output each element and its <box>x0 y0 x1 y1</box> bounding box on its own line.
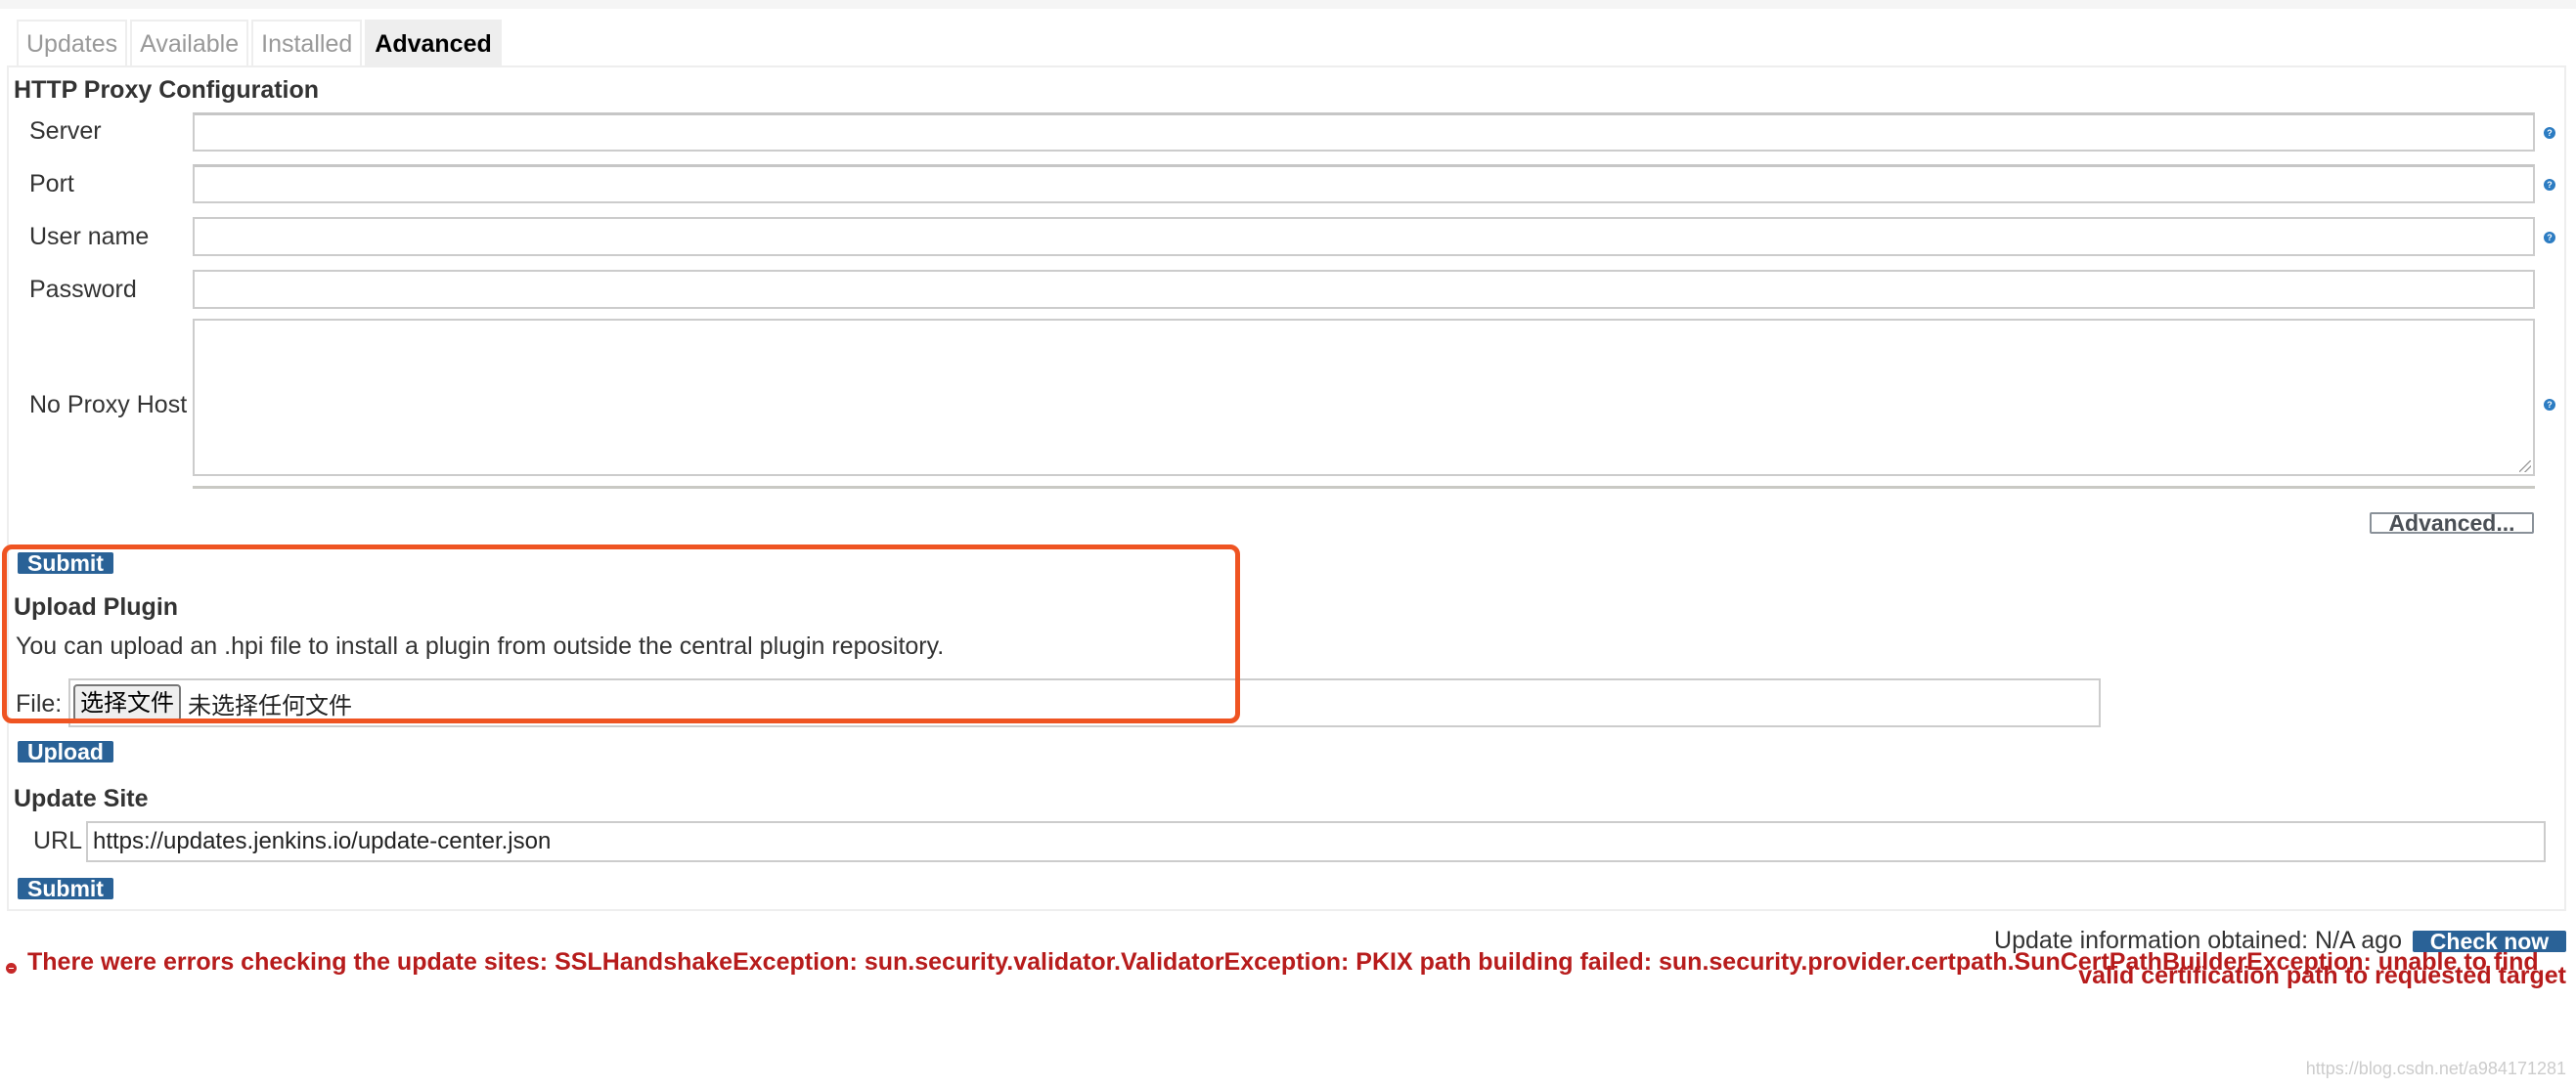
update-site-heading: Update Site <box>14 785 149 812</box>
watermark: https://blog.csdn.net/a984171281 <box>2305 1059 2566 1078</box>
upload-button[interactable]: Upload <box>18 741 113 763</box>
password-label: Password <box>29 276 137 303</box>
help-icon[interactable]: ? <box>2544 179 2555 191</box>
help-icon[interactable]: ? <box>2544 399 2555 411</box>
username-label: User name <box>29 223 150 250</box>
help-icon[interactable]: ? <box>2544 232 2555 243</box>
help-icon[interactable]: ? <box>2544 127 2555 139</box>
tab-bar: Updates Available Installed Advanced <box>17 20 505 65</box>
no-proxy-host-textarea[interactable] <box>193 319 2535 476</box>
url-label: URL <box>33 827 83 854</box>
divider <box>193 486 2535 489</box>
proxy-heading: HTTP Proxy Configuration <box>14 76 320 104</box>
highlight-box <box>2 544 1240 723</box>
no-proxy-host-label: No Proxy Host <box>29 391 188 418</box>
error-icon <box>6 963 17 974</box>
server-label: Server <box>29 117 102 145</box>
port-input[interactable] <box>193 164 2535 203</box>
update-site-submit-button[interactable]: Submit <box>18 878 113 900</box>
password-input[interactable] <box>193 270 2535 309</box>
port-label: Port <box>29 170 74 197</box>
tab-advanced[interactable]: Advanced <box>365 20 502 65</box>
advanced-button[interactable]: Advanced... <box>2370 512 2534 535</box>
tab-updates[interactable]: Updates <box>17 20 128 65</box>
tab-installed[interactable]: Installed <box>251 20 363 65</box>
error-message-line2: valid certification path to requested ta… <box>2078 962 2566 989</box>
url-input[interactable]: https://updates.jenkins.io/update-center… <box>86 821 2546 862</box>
resize-grip-icon[interactable] <box>2519 460 2531 472</box>
top-bar <box>0 0 2576 9</box>
server-input[interactable] <box>193 112 2535 152</box>
tab-available[interactable]: Available <box>130 20 249 65</box>
username-input[interactable] <box>193 217 2535 256</box>
